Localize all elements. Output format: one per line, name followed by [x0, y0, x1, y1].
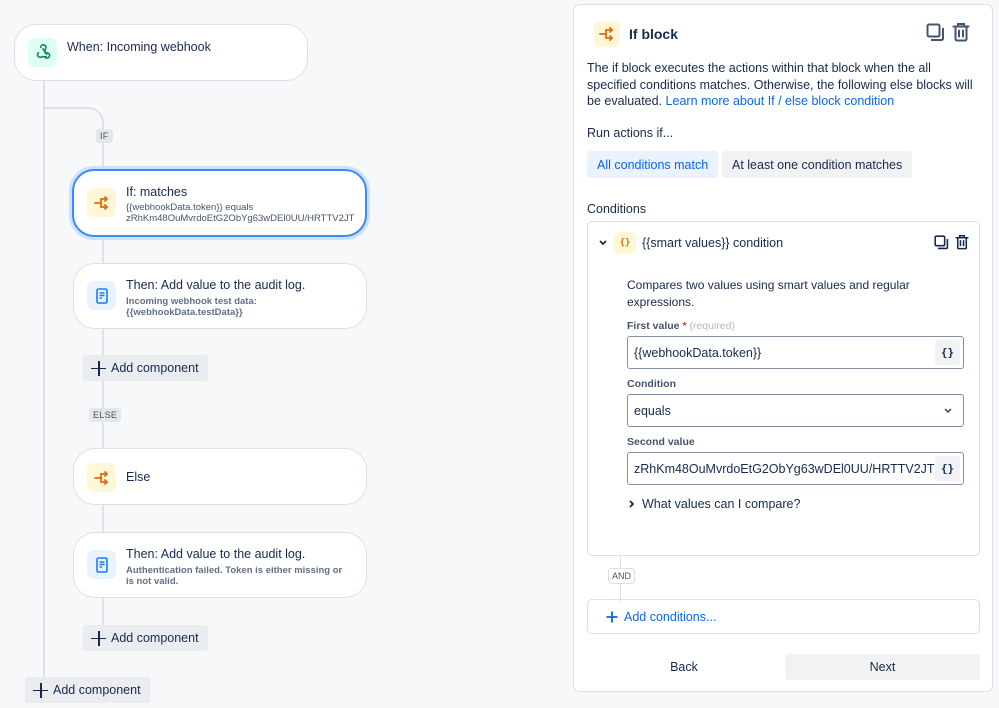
plus-icon	[91, 360, 106, 376]
else-block-card[interactable]: Else	[73, 448, 367, 505]
duplicate-condition-icon[interactable]	[934, 234, 949, 250]
branch-icon	[87, 188, 116, 217]
condition-select-value: equals	[634, 403, 671, 418]
if-block-title: If: matches	[126, 185, 188, 199]
first-value-label: First value * (required)	[627, 320, 735, 332]
add-conditions-button[interactable]: Add conditions...	[587, 599, 980, 634]
panel-description: The if block executes the actions within…	[587, 60, 982, 110]
all-conditions-match-option[interactable]: All conditions match	[587, 151, 719, 178]
add-component-button[interactable]: Add component	[83, 355, 208, 381]
if-action-subtitle-line: Incoming webhook test data:	[126, 296, 257, 307]
first-value-input[interactable]: {{webhookData.token}} {}	[627, 336, 964, 369]
chevron-down-icon	[943, 405, 953, 419]
trigger-title: When: Incoming webhook	[67, 40, 211, 54]
else-action-card[interactable]: Then: Add value to the audit log. Authen…	[73, 532, 367, 598]
plus-icon	[33, 682, 48, 698]
plus-icon	[606, 611, 618, 622]
if-action-subtitle: Incoming webhook test data: {{webhookDat…	[126, 296, 305, 318]
first-value-label-text: First value	[627, 320, 680, 332]
delete-condition-icon[interactable]	[955, 234, 969, 250]
learn-more-link[interactable]: Learn more about If / else block conditi…	[666, 94, 895, 108]
add-component-button[interactable]: Add component	[83, 625, 208, 651]
smart-values-icon: {}	[614, 232, 636, 254]
condition-select-label: Condition	[627, 378, 676, 390]
required-hint: (required)	[689, 320, 735, 332]
else-connector-line	[102, 504, 104, 533]
condition-card: {} {{smart values}} condition Compares t…	[587, 221, 980, 556]
second-value-label: Second value	[627, 436, 695, 448]
what-values-label: What values can I compare?	[642, 497, 801, 511]
second-value-text: zRhKm48OuMvrdoEtG2ObYg63wDEl0UU/HRTTV2JT	[634, 461, 935, 476]
branch-icon	[594, 21, 620, 47]
and-tag: AND	[608, 568, 636, 584]
else-tag: ELSE	[89, 408, 122, 422]
required-marker: *	[682, 320, 687, 332]
condition-header[interactable]: {} {{smart values}} condition	[598, 232, 783, 254]
at-least-one-condition-option[interactable]: At least one condition matches	[722, 151, 913, 178]
condition-actions	[934, 234, 969, 250]
branch-connector	[44, 107, 104, 137]
condition-select[interactable]: equals	[627, 394, 964, 427]
add-component-label: Add component	[111, 361, 199, 375]
first-value-text: {{webhookData.token}}	[634, 345, 762, 360]
conditions-label: Conditions	[587, 202, 647, 216]
add-component-label: Add component	[53, 683, 141, 697]
webhook-icon	[28, 38, 57, 67]
second-value-input[interactable]: zRhKm48OuMvrdoEtG2ObYg63wDEl0UU/HRTTV2JT…	[627, 452, 964, 485]
next-button[interactable]: Next	[785, 654, 980, 680]
panel-title: If block	[629, 26, 679, 42]
else-action-subtitle-line: is not valid.	[126, 576, 179, 587]
add-component-label: Add component	[111, 631, 199, 645]
if-block-subtitle: {{webhookData.token}} equals zRhKm48OuMv…	[126, 202, 354, 224]
if-tag: IF	[96, 129, 113, 143]
smart-value-picker-button[interactable]: {}	[935, 340, 960, 365]
if-action-title: Then: Add value to the audit log.	[126, 278, 306, 292]
main-connector-line	[43, 80, 45, 678]
audit-log-icon	[87, 550, 116, 579]
what-values-toggle[interactable]: What values can I compare?	[628, 497, 800, 511]
if-action-card[interactable]: Then: Add value to the audit log. Incomi…	[73, 263, 367, 329]
if-block-config-panel: If block The if block executes the actio…	[573, 4, 993, 692]
smart-value-picker-button[interactable]: {}	[935, 456, 960, 481]
if-connector-line	[102, 236, 104, 264]
add-conditions-label: Add conditions...	[624, 609, 717, 624]
if-connector-line	[102, 328, 104, 448]
else-connector-line	[102, 597, 104, 626]
chevron-down-icon[interactable]	[598, 238, 608, 248]
panel-header: If block	[594, 21, 678, 47]
run-actions-label: Run actions if...	[587, 126, 674, 140]
if-block-subtitle-line: zRhKm48OuMvrdoEtG2ObYg63wDEl0UU/HRTTV2JT	[126, 213, 355, 224]
duplicate-icon[interactable]	[926, 22, 945, 42]
else-block-title: Else	[126, 470, 151, 484]
if-action-subtitle-line: {{webhookData.testData}}	[126, 307, 243, 318]
add-component-button[interactable]: Add component	[25, 677, 150, 703]
trigger-card[interactable]: When: Incoming webhook	[14, 24, 308, 81]
panel-header-actions	[926, 22, 970, 42]
else-action-subtitle-line: Authentication failed. Token is either m…	[126, 565, 343, 576]
else-action-subtitle: Authentication failed. Token is either m…	[126, 565, 342, 587]
if-block-card[interactable]: If: matches {{webhookData.token}} equals…	[72, 169, 367, 237]
delete-icon[interactable]	[952, 22, 970, 42]
plus-icon	[91, 630, 106, 646]
else-action-title: Then: Add value to the audit log.	[126, 547, 306, 561]
condition-title: {{smart values}} condition	[642, 236, 784, 250]
chevron-right-icon	[629, 500, 634, 508]
back-button[interactable]: Back	[587, 654, 781, 680]
condition-description: Compares two values using smart values a…	[627, 278, 910, 309]
branch-icon	[87, 463, 116, 492]
audit-log-icon	[87, 281, 116, 310]
if-block-subtitle-line: {{webhookData.token}} equals	[126, 202, 254, 213]
